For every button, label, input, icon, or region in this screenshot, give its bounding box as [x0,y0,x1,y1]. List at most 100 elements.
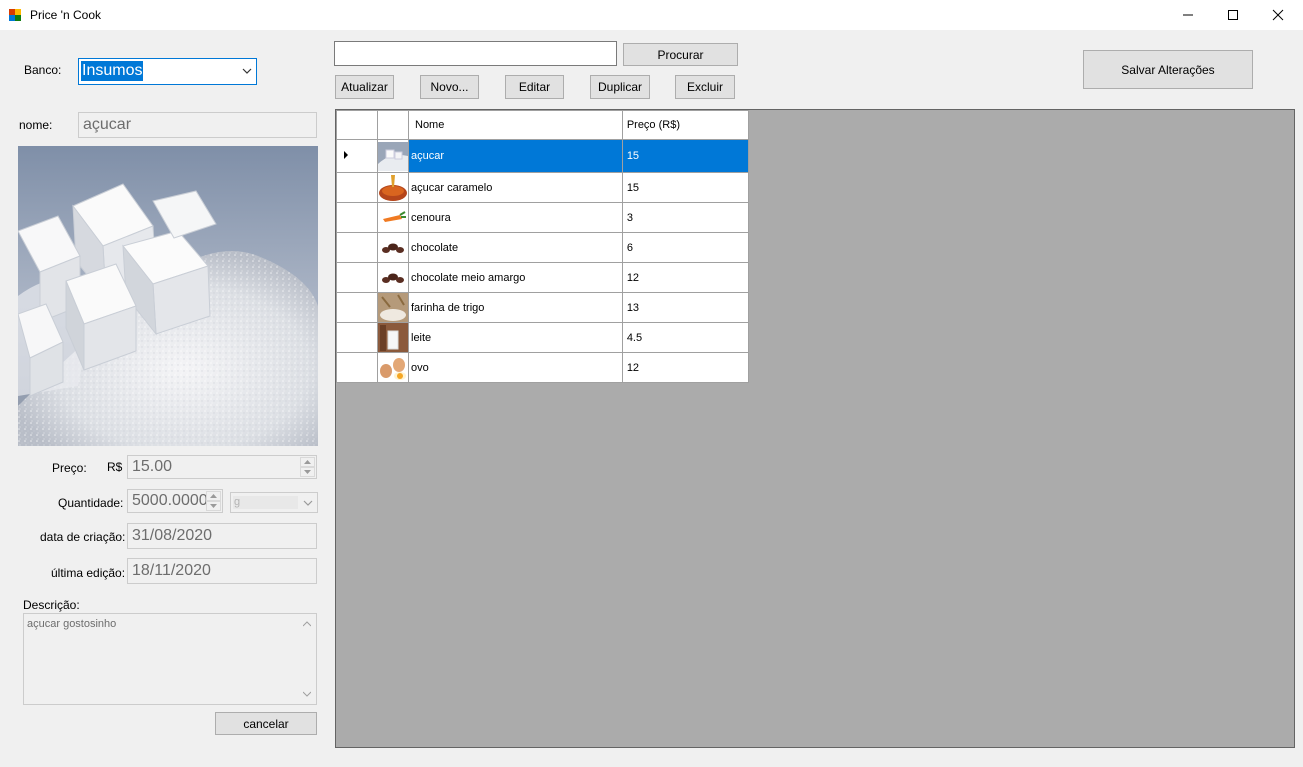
row-image-cell[interactable] [377,172,409,203]
atualizar-button[interactable]: Atualizar [335,75,394,99]
carrot-thumbnail-icon [378,203,408,232]
window-title: Price 'n Cook [30,8,101,22]
unit-combo[interactable]: g [230,492,318,513]
milk-thumbnail-icon [378,323,408,352]
row-image-cell[interactable] [377,292,409,323]
currency-label: R$ [107,460,123,474]
app-icon [8,8,22,22]
row-header[interactable] [336,232,378,263]
chocolate-thumbnail-icon [378,233,408,262]
cell-nome[interactable]: açucar [408,139,623,173]
close-button[interactable] [1255,0,1301,30]
table-row[interactable]: açucar caramelo 15 [336,172,750,203]
egg-thumbnail-icon [378,353,408,382]
title-bar [0,0,1303,30]
quantidade-value: 5000.00000 [132,492,217,509]
excluir-button[interactable]: Excluir [675,75,735,99]
cell-preco[interactable]: 4.5 [621,322,750,353]
cell-nome[interactable]: ovo [408,352,623,383]
quantidade-label: Quantidade: [58,496,124,510]
row-header[interactable] [336,202,378,233]
descricao-label: Descrição: [23,598,80,612]
cell-preco[interactable]: 6 [621,232,750,263]
row-header[interactable] [336,172,378,203]
table-row[interactable]: açucar 15 [336,139,750,173]
banco-combo[interactable]: Insumos [78,58,257,85]
table-row[interactable]: chocolate 6 [336,232,750,263]
row-image-cell[interactable] [377,139,409,173]
maximize-icon [1228,10,1238,20]
column-header-image[interactable] [377,110,409,140]
cell-preco[interactable]: 13 [621,292,750,323]
flour-thumbnail-icon [378,293,408,322]
scroll-down-icon[interactable] [303,691,311,697]
criacao-label: data de criação: [40,530,126,544]
table-row[interactable]: farinha de trigo 13 [336,292,750,323]
spin-down-icon[interactable] [206,501,221,511]
row-image-cell[interactable] [377,352,409,383]
row-image-cell[interactable] [377,202,409,233]
preco-spinner[interactable] [300,457,315,477]
row-header[interactable] [336,322,378,353]
spin-up-icon[interactable] [300,457,315,467]
row-header[interactable] [336,139,378,173]
row-header[interactable] [336,352,378,383]
quantidade-field[interactable]: 5000.00000 [127,489,223,513]
row-image-cell[interactable] [377,232,409,263]
nome-field[interactable]: açucar [78,112,317,138]
search-input[interactable] [334,41,617,66]
cell-preco[interactable]: 12 [621,262,750,293]
sugar-thumbnail-icon [378,141,408,171]
spin-up-icon[interactable] [206,491,221,501]
maximize-button[interactable] [1210,0,1256,30]
table-row[interactable]: leite 4.5 [336,322,750,353]
salvar-alteracoes-button[interactable]: Salvar Alterações [1083,50,1253,89]
row-image-cell[interactable] [377,262,409,293]
preco-label: Preço: [52,461,87,475]
current-row-indicator-icon [344,151,348,159]
procurar-button[interactable]: Procurar [623,43,738,66]
nome-label: nome: [19,118,53,132]
cell-nome[interactable]: açucar caramelo [408,172,623,203]
table-row[interactable]: chocolate meio amargo 12 [336,262,750,293]
row-image-cell[interactable] [377,322,409,353]
cancelar-button[interactable]: cancelar [215,712,317,735]
ingredients-table[interactable]: Nome Preço (R$) açucar 15 açucar caramelo 1… [336,110,750,383]
close-icon [1272,9,1284,21]
novo-button[interactable]: Novo... [420,75,479,99]
cell-preco[interactable]: 12 [621,352,750,383]
cell-preco[interactable]: 15 [621,139,750,173]
cell-preco[interactable]: 3 [621,202,750,233]
cell-nome[interactable]: chocolate [408,232,623,263]
table-row[interactable]: cenoura 3 [336,202,750,233]
descricao-scrollbar[interactable] [299,615,315,703]
editar-button[interactable]: Editar [505,75,564,99]
column-header-preco[interactable]: Preço (R$) [621,110,750,140]
cell-preco[interactable]: 15 [621,172,750,203]
banco-selected: Insumos [81,61,144,81]
table-row[interactable]: ovo 12 [336,352,750,383]
caramel-thumbnail-icon [378,173,408,202]
column-header-nome[interactable]: Nome [408,110,623,140]
criacao-field[interactable]: 31/08/2020 [127,523,317,549]
duplicar-button[interactable]: Duplicar [590,75,650,99]
preco-field[interactable]: 15.00 [127,455,317,479]
minimize-icon [1183,14,1193,16]
spin-down-icon[interactable] [300,467,315,477]
chevron-down-icon [242,68,252,74]
scroll-up-icon[interactable] [303,621,311,627]
minimize-button[interactable] [1165,0,1211,30]
cell-nome[interactable]: farinha de trigo [408,292,623,323]
chocolate-thumbnail-icon [378,263,408,292]
product-image [18,146,318,446]
cell-nome[interactable]: leite [408,322,623,353]
row-header[interactable] [336,262,378,293]
cell-nome[interactable]: chocolate meio amargo [408,262,623,293]
row-header[interactable] [336,292,378,323]
descricao-textarea[interactable]: açucar gostosinho [23,613,317,705]
table-header-row: Nome Preço (R$) [336,110,750,140]
edicao-field[interactable]: 18/11/2020 [127,558,317,584]
quantidade-spinner[interactable] [206,491,221,511]
cell-nome[interactable]: cenoura [408,202,623,233]
row-header-corner [336,110,378,140]
